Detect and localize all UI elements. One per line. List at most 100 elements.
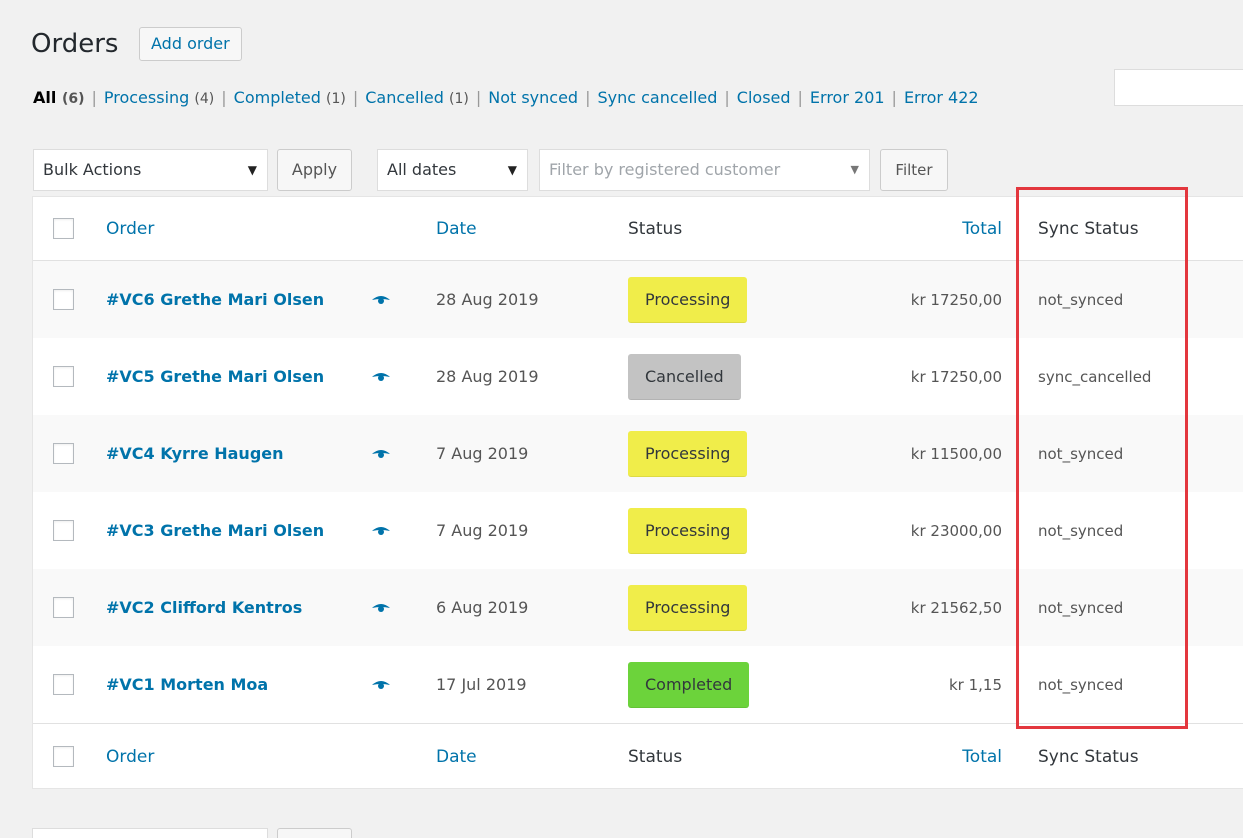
order-date: 7 Aug 2019 (436, 521, 529, 540)
order-link[interactable]: #VC4 Kyrre Haugen (106, 444, 284, 463)
triangle-down-icon: ▼ (850, 163, 859, 176)
sync-status: not_synced (1038, 521, 1124, 540)
column-status-footer: Status (628, 746, 683, 767)
order-total: kr 17250,00 (910, 367, 1002, 386)
status-badge: Completed (628, 661, 750, 708)
order-date: 17 Jul 2019 (436, 675, 527, 694)
dates-select[interactable]: All dates ▼ (377, 149, 528, 191)
sync-status: not_synced (1038, 675, 1124, 694)
apply-button[interactable]: Apply (277, 149, 352, 191)
view-link-count: (4) (194, 91, 215, 107)
view-link-label: Not synced (488, 88, 579, 107)
order-link[interactable]: #VC3 Grethe Mari Olsen (106, 521, 324, 540)
apply-button-bottom[interactable] (277, 828, 352, 838)
order-link[interactable]: #VC2 Clifford Kentros (106, 598, 302, 617)
row-checkbox[interactable] (53, 366, 74, 387)
row-checkbox[interactable] (53, 289, 74, 310)
table-row[interactable]: #VC3 Grethe Mari Olsen 7 Aug 2019 Processi… (33, 492, 1243, 569)
page-title: Orders (31, 29, 119, 59)
column-total-sort[interactable]: Total (962, 219, 1002, 239)
customer-filter-select[interactable]: Filter by registered customer ▼ (539, 149, 870, 191)
view-link-label: Processing (103, 88, 190, 107)
bulk-actions-label: Bulk Actions (43, 160, 142, 179)
status-badge: Processing (628, 430, 748, 477)
separator: | (585, 88, 591, 107)
column-total-sort-footer[interactable]: Total (962, 747, 1002, 767)
view-link-not-synced[interactable]: Not synced (488, 88, 578, 107)
row-select-cell (53, 646, 75, 723)
eye-icon[interactable] (371, 294, 391, 306)
order-link[interactable]: #VC1 Morten Moa (106, 675, 268, 694)
triangle-down-icon: ▼ (247, 163, 257, 177)
separator: | (891, 88, 897, 107)
view-link-label: Cancelled (365, 88, 444, 107)
eye-icon[interactable] (371, 525, 391, 537)
row-select-cell (53, 415, 75, 492)
row-checkbox[interactable] (53, 674, 74, 695)
order-link[interactable]: #VC5 Grethe Mari Olsen (106, 367, 324, 386)
triangle-down-icon: ▼ (507, 163, 517, 177)
status-badge: Processing (628, 584, 748, 631)
order-link[interactable]: #VC6 Grethe Mari Olsen (106, 290, 324, 309)
order-date: 28 Aug 2019 (436, 367, 539, 386)
order-total: kr 21562,50 (910, 598, 1002, 617)
view-link-sync-cancelled[interactable]: Sync cancelled (597, 88, 717, 107)
sync-status: not_synced (1038, 444, 1124, 463)
row-checkbox[interactable] (53, 520, 74, 541)
order-total: kr 17250,00 (910, 290, 1002, 309)
status-badge: Cancelled (628, 353, 741, 400)
eye-icon[interactable] (371, 679, 391, 691)
column-order-sort[interactable]: Order (106, 219, 154, 239)
dates-label: All dates (387, 160, 457, 179)
order-total: kr 11500,00 (910, 444, 1002, 463)
view-link-label: All (33, 88, 57, 107)
view-link-processing[interactable]: Processing (4) (104, 88, 214, 107)
order-date: 28 Aug 2019 (436, 290, 539, 309)
select-all-cell (53, 197, 75, 260)
view-link-closed[interactable]: Closed (737, 88, 791, 107)
bulk-actions-select[interactable]: Bulk Actions ▼ (33, 149, 268, 191)
separator: | (352, 88, 359, 107)
view-link-error-422[interactable]: Error 422 (904, 88, 979, 107)
separator: | (724, 88, 730, 107)
row-checkbox[interactable] (53, 443, 74, 464)
sync-status: sync_cancelled (1038, 367, 1152, 386)
table-row[interactable]: #VC1 Morten Moa 17 Jul 2019 Completed kr 1,… (33, 646, 1243, 723)
orders-page: Orders Add order All (6) | Processing (4) |… (0, 0, 1243, 838)
view-link-label: Sync cancelled (597, 88, 718, 107)
view-link-label: Closed (736, 88, 791, 107)
status-filter-links: All (6) | Processing (4) | Completed (1) | Can… (33, 87, 979, 110)
search-input[interactable] (1114, 69, 1243, 106)
view-link-label: Error 422 (903, 88, 979, 107)
bulk-actions-select-bottom[interactable] (32, 828, 268, 838)
column-date-sort[interactable]: Date (436, 219, 477, 239)
eye-icon[interactable] (371, 602, 391, 614)
table-row[interactable]: #VC6 Grethe Mari Olsen 28 Aug 2019 Process… (33, 261, 1243, 338)
eye-icon[interactable] (371, 448, 391, 460)
eye-icon[interactable] (371, 371, 391, 383)
select-all-checkbox[interactable] (53, 218, 74, 239)
separator: | (797, 88, 803, 107)
view-link-completed[interactable]: Completed (1) (234, 88, 346, 107)
view-link-count: (1) (448, 91, 469, 107)
view-link-all[interactable]: All (6) (33, 88, 84, 107)
sync-status: not_synced (1038, 290, 1124, 309)
column-order-sort-footer[interactable]: Order (106, 747, 154, 767)
select-all-cell (53, 724, 75, 789)
separator: | (475, 88, 482, 107)
table-row[interactable]: #VC4 Kyrre Haugen 7 Aug 2019 Processing kr … (33, 415, 1243, 492)
select-all-checkbox-footer[interactable] (53, 746, 74, 767)
view-link-label: Error 201 (809, 88, 885, 107)
filter-button[interactable]: Filter (880, 149, 948, 191)
add-order-button[interactable]: Add order (139, 27, 242, 61)
order-date: 7 Aug 2019 (436, 444, 529, 463)
table-row[interactable]: #VC5 Grethe Mari Olsen 28 Aug 2019 Cancell… (33, 338, 1243, 415)
table-row[interactable]: #VC2 Clifford Kentros 6 Aug 2019 Processin… (33, 569, 1243, 646)
row-checkbox[interactable] (53, 597, 74, 618)
view-link-cancelled[interactable]: Cancelled (1) (365, 88, 469, 107)
view-link-error-201[interactable]: Error 201 (810, 88, 885, 107)
view-link-count: (6) (61, 91, 85, 107)
column-date-sort-footer[interactable]: Date (436, 747, 477, 767)
row-select-cell (53, 261, 75, 338)
status-badge: Processing (628, 507, 748, 554)
